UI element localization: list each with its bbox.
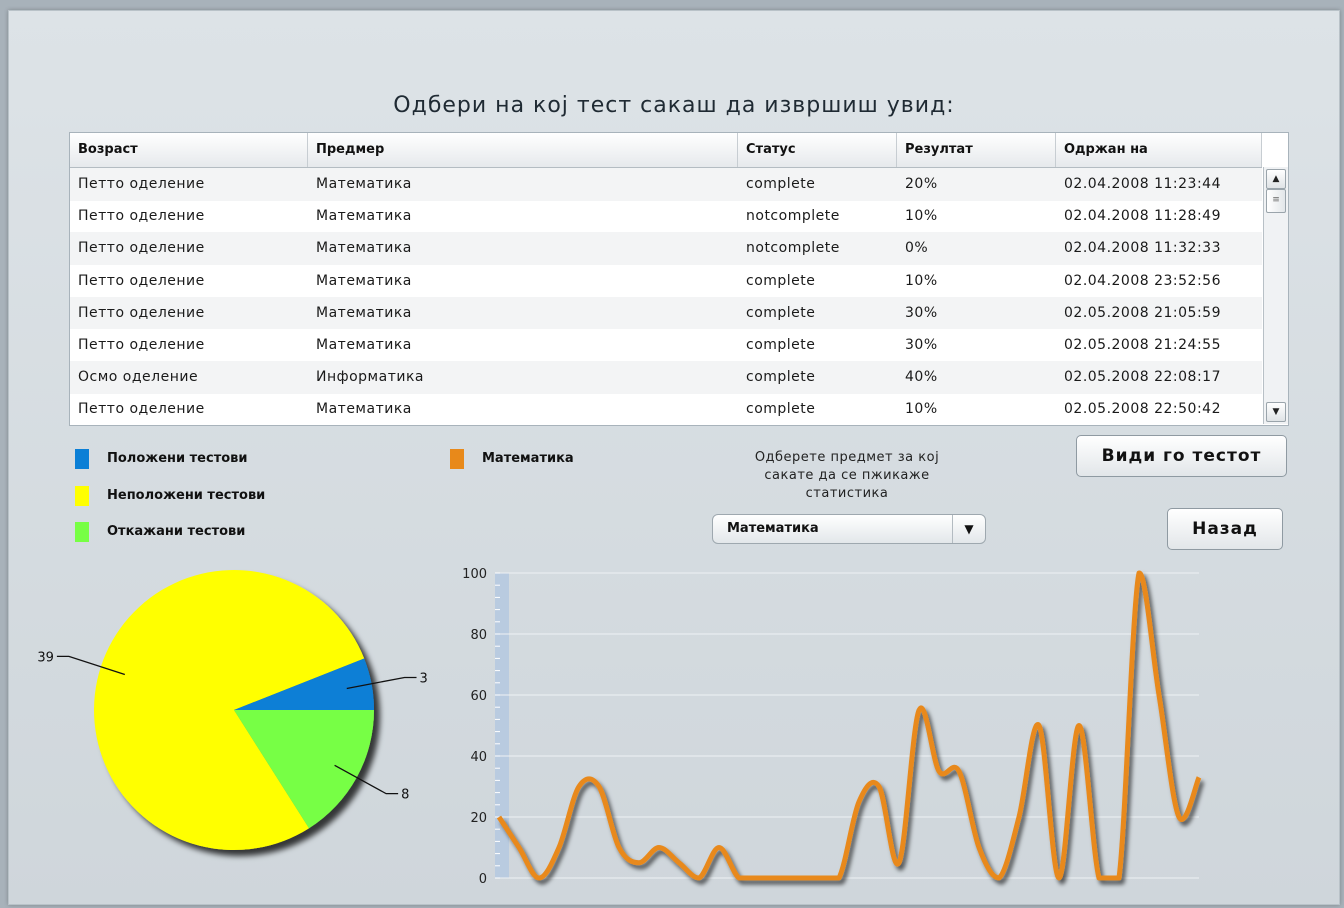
legend-item-failed: Неположени тестови	[75, 485, 265, 507]
cell-subject: Математика	[316, 401, 412, 418]
back-button[interactable]: Назад	[1167, 508, 1283, 550]
table-row[interactable]: Петто оделение Математика complete 10% 02.04…	[70, 265, 1262, 298]
dropdown-arrow-icon[interactable]: ▼	[952, 515, 985, 543]
y-tick-label: 80	[470, 628, 487, 643]
y-tick-label: 100	[462, 567, 487, 582]
cell-result: 10%	[905, 208, 938, 225]
cell-status: complete	[746, 176, 816, 192]
cell-status: notcomplete	[746, 208, 840, 225]
cell-date: 02.04.2008 11:23:44	[1064, 176, 1221, 192]
pie-data-label: 39	[37, 650, 54, 665]
select-caption: Одберете предмет за кој сакате да се пжи…	[727, 449, 967, 503]
column-header-age[interactable]: Возраст	[70, 133, 308, 167]
tests-table[interactable]: Возраст Предмер Статус Резултат Одржан н…	[69, 132, 1289, 426]
cell-age: Петто оделение	[78, 176, 205, 192]
table-row[interactable]: Петто оделение Математика notcomplete 0% 02.…	[70, 232, 1262, 265]
subject-select[interactable]: Математика ▼	[712, 514, 986, 544]
cell-age: Петто оделение	[78, 240, 205, 257]
cell-subject: Информатика	[316, 369, 424, 386]
legend-item-abandoned: Откажани тестови	[75, 521, 245, 543]
cell-subject: Математика	[316, 304, 412, 321]
legend-item-subject: Математика	[450, 448, 574, 470]
select-caption-line-3: статистика	[805, 486, 889, 501]
pie-chart: 3 39 8	[37, 570, 428, 850]
legend-swatch-failed	[75, 485, 89, 506]
cell-subject: Математика	[316, 208, 412, 225]
cell-date: 02.05.2008 22:08:17	[1064, 369, 1221, 386]
subject-select-value: Математика	[727, 521, 819, 536]
view-test-button[interactable]: Види го тестот	[1076, 435, 1287, 477]
legend-label-failed: Неположени тестови	[107, 488, 266, 503]
cell-status: complete	[746, 272, 816, 289]
cell-age: Петто оделение	[78, 304, 205, 321]
select-caption-line-1: Одберете предмет за кој	[754, 450, 940, 465]
cell-age: Петто оделение	[78, 337, 205, 353]
cell-subject: Математика	[316, 240, 412, 257]
select-caption-line-2: сакате да се пжикаже	[764, 468, 930, 483]
cell-result: 20%	[905, 176, 938, 192]
table-body: Петто оделение Математика complete 20% 02.04…	[70, 168, 1262, 425]
cell-age: Петто оделение	[78, 208, 205, 225]
pie-data-label: 3	[420, 671, 428, 686]
table-row[interactable]: Петто оделение Математика complete 10% 02.05…	[70, 393, 1262, 425]
scroll-thumb[interactable]: ≡	[1266, 189, 1286, 213]
line-chart: 0 20 40 60 80 100	[462, 567, 1202, 887]
y-tick-label: 40	[470, 750, 487, 765]
legend-label-subject: Математика	[482, 451, 574, 466]
y-tick-label: 60	[470, 689, 487, 704]
legend-swatch-abandoned	[75, 521, 89, 542]
cell-age: Петто оделение	[78, 401, 205, 418]
cell-date: 02.04.2008 23:52:56	[1064, 272, 1221, 289]
cell-status: complete	[746, 401, 816, 418]
cell-date: 02.05.2008 21:24:55	[1064, 337, 1221, 353]
cell-status: complete	[746, 304, 816, 321]
series-line-matematika	[496, 570, 1202, 881]
cell-result: 30%	[905, 304, 938, 321]
cell-date: 02.04.2008 11:28:49	[1064, 208, 1221, 225]
cell-subject: Математика	[316, 337, 412, 353]
table-row[interactable]: Петто оделение Математика complete 30% 02.05…	[70, 329, 1262, 362]
table-row[interactable]: Осмо оделение Информатика complete 40% 02.05…	[70, 361, 1262, 394]
cell-status: complete	[746, 369, 816, 386]
table-row[interactable]: Петто оделение Математика complete 30% 02.05…	[70, 296, 1262, 330]
scroll-down-icon[interactable]: ▼	[1266, 402, 1286, 422]
legend-item-passed: Положени тестови	[75, 448, 248, 470]
legend-label-passed: Положени тестови	[107, 451, 248, 466]
cell-status: notcomplete	[746, 240, 840, 257]
cell-result: 0%	[905, 240, 929, 257]
cell-date: 02.04.2008 11:32:33	[1064, 240, 1221, 257]
cell-date: 02.05.2008 21:05:59	[1064, 304, 1221, 321]
cell-subject: Математика	[316, 176, 412, 192]
cell-result: 10%	[905, 401, 938, 418]
legend-label-abandoned: Откажани тестови	[107, 524, 246, 539]
table-scrollbar[interactable]: ▲ ≡ ▼	[1263, 167, 1288, 424]
cell-status: complete	[746, 337, 816, 353]
cell-result: 10%	[905, 272, 938, 289]
cell-result: 40%	[905, 369, 938, 386]
table-row[interactable]: Петто оделение Математика notcomplete 10% 02…	[70, 200, 1262, 233]
pie-data-label: 8	[401, 788, 409, 803]
column-header-result[interactable]: Резултат	[897, 133, 1056, 167]
y-tick-label: 20	[470, 811, 487, 826]
cell-age: Петто оделение	[78, 272, 205, 289]
table-row[interactable]: Петто оделение Математика complete 20% 02.04…	[70, 168, 1262, 201]
cell-date: 02.05.2008 22:50:42	[1064, 401, 1221, 418]
column-header-date[interactable]: Одржан на	[1056, 133, 1262, 167]
column-header-status[interactable]: Статус	[738, 133, 897, 167]
y-tick-label: 0	[479, 872, 487, 887]
main-panel: Одбери на кој тест сакаш да извршиш увид…	[8, 10, 1340, 905]
column-header-subject[interactable]: Предмер	[308, 133, 738, 167]
cell-subject: Математика	[316, 272, 412, 289]
cell-age: Осмо оделение	[78, 369, 199, 386]
legend-swatch-subject	[450, 448, 464, 469]
scroll-up-icon[interactable]: ▲	[1266, 169, 1286, 189]
page-title: Одбери на кој тест сакаш да извршиш увид…	[393, 93, 955, 118]
table-header: Возраст Предмер Статус Резултат Одржан н…	[70, 133, 1262, 168]
cell-result: 30%	[905, 337, 938, 353]
legend-swatch-passed	[75, 448, 89, 469]
